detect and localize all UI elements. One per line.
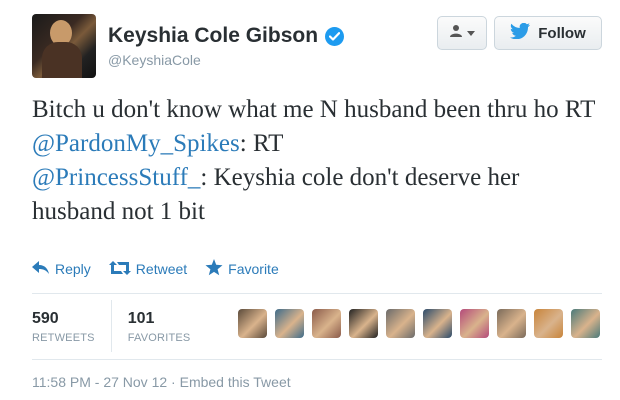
footer-separator: · <box>171 374 176 390</box>
user-actions-dropdown-button[interactable] <box>437 16 487 50</box>
favoriter-avatar[interactable] <box>497 309 526 338</box>
favoriter-avatar[interactable] <box>349 309 378 338</box>
favorites-stat[interactable]: 101 FAVORITES <box>128 297 207 357</box>
mention-link[interactable]: @PrincessStuff_ <box>32 164 200 191</box>
retweet-button[interactable]: Retweet <box>108 259 188 279</box>
favoriter-avatar[interactable] <box>571 309 600 338</box>
user-fullname[interactable]: Keyshia Cole Gibson <box>108 24 318 48</box>
embed-tweet-link[interactable]: Embed this Tweet <box>180 374 291 390</box>
follow-button[interactable]: Follow <box>494 16 602 50</box>
favoriter-avatar[interactable] <box>312 309 341 338</box>
reply-label: Reply <box>55 261 91 277</box>
user-handle[interactable]: @KeyshiaCole <box>108 52 344 68</box>
retweets-count: 590 <box>32 310 59 327</box>
user-avatar[interactable] <box>32 14 96 78</box>
user-icon <box>449 24 463 43</box>
divider <box>32 359 602 360</box>
favoriter-avatar[interactable] <box>460 309 489 338</box>
star-icon <box>205 259 223 279</box>
retweet-label: Retweet <box>135 261 188 277</box>
tweet-stats: 590 RETWEETS 101 FAVORITES <box>32 297 206 357</box>
reply-button[interactable]: Reply <box>32 259 91 279</box>
mention-link[interactable]: @PardonMy_Spikes <box>32 130 240 157</box>
stat-divider <box>110 300 112 352</box>
favorite-button[interactable]: Favorite <box>205 259 279 279</box>
divider <box>32 293 602 294</box>
tweet-header: Keyshia Cole Gibson @KeyshiaCole Follow <box>32 14 602 80</box>
favoriter-avatar[interactable] <box>275 309 304 338</box>
favoriter-avatar[interactable] <box>238 309 267 338</box>
tweet-text: Bitch u don't know what me N husband bee… <box>32 93 607 229</box>
tweet-footer: 11:58 PM - 27 Nov 12 · Embed this Tweet <box>32 374 291 390</box>
user-fullname-row[interactable]: Keyshia Cole Gibson <box>108 24 345 48</box>
twitter-bird-icon <box>510 22 531 43</box>
favorites-count: 101 <box>127 310 155 327</box>
verified-badge-icon <box>325 26 345 46</box>
chevron-down-icon <box>467 24 475 42</box>
tweet-timestamp[interactable]: 11:58 PM - 27 Nov 12 <box>32 374 167 390</box>
retweets-stat[interactable]: 590 RETWEETS <box>32 297 111 357</box>
follow-label: Follow <box>538 24 586 42</box>
favorite-label: Favorite <box>228 261 279 277</box>
user-name-block: Keyshia Cole Gibson @KeyshiaCole <box>108 24 345 68</box>
favoriter-avatars <box>238 309 600 338</box>
retweets-label: RETWEETS <box>32 332 95 344</box>
tweet-text-segment: : RT <box>239 130 284 157</box>
retweet-icon <box>108 260 131 278</box>
reply-icon <box>32 260 50 278</box>
tweet-actions: Reply Retweet Favorite <box>32 259 279 279</box>
favorites-label: FAVORITES <box>127 332 191 344</box>
favoriter-avatar[interactable] <box>534 309 563 338</box>
tweet-text-segment: Bitch u don't know what me N husband bee… <box>32 96 595 123</box>
favoriter-avatar[interactable] <box>386 309 415 338</box>
favoriter-avatar[interactable] <box>423 309 452 338</box>
